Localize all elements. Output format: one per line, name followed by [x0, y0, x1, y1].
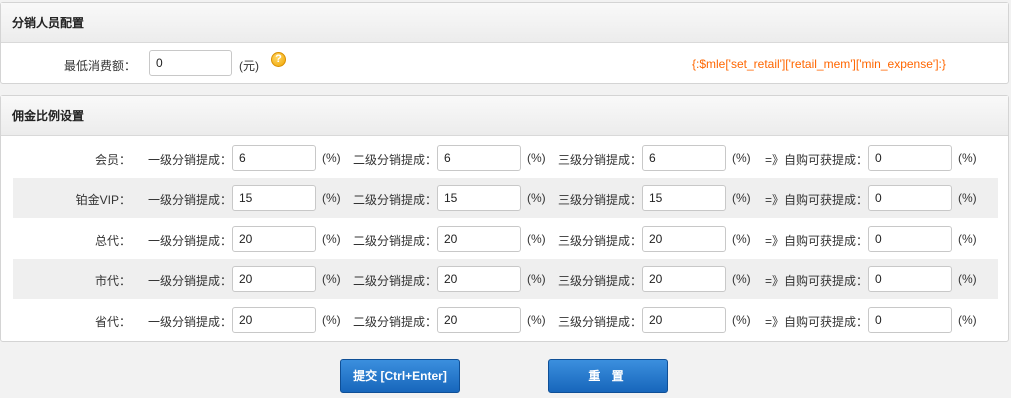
percent-unit: (%) [958, 232, 977, 246]
level3-commission-input[interactable] [642, 185, 726, 211]
help-icon[interactable]: ? [271, 52, 286, 67]
level1-commission-label: 一级分销提成： [148, 193, 233, 207]
commission-title: 佣金比例设置 [1, 96, 1008, 136]
commission-panel: 佣金比例设置 会员： 一级分销提成： (%) 二级分销提成： (%) 三级分销提成： (%)… [0, 95, 1009, 342]
min-expense-unit: (元) [239, 59, 259, 73]
self-commission-label: =》自购可获提成： [765, 153, 869, 167]
min-expense-input[interactable] [149, 50, 232, 76]
level3-commission-input[interactable] [642, 266, 726, 292]
level3-commission-input[interactable] [642, 307, 726, 333]
distributor-config-panel: 分销人员配置 最低消费额： (元) ? {:$mle['set_retail']… [0, 2, 1009, 84]
percent-unit: (%) [958, 272, 977, 286]
level1-commission-input[interactable] [232, 145, 316, 171]
member-level-label: 省代： [94, 315, 131, 329]
level2-commission-label: 二级分销提成： [353, 315, 438, 329]
level3-commission-label: 三级分销提成： [558, 193, 643, 207]
level3-commission-label: 三级分销提成： [558, 274, 643, 288]
percent-unit: (%) [958, 151, 977, 165]
percent-unit: (%) [527, 151, 546, 165]
percent-unit: (%) [527, 191, 546, 205]
template-variable-text: {:$mle['set_retail']['retail_mem']['min_… [692, 57, 946, 71]
level1-commission-label: 一级分销提成： [148, 234, 233, 248]
percent-unit: (%) [732, 272, 751, 286]
member-level-label: 市代： [94, 274, 131, 288]
self-commission-input[interactable] [868, 145, 952, 171]
level3-commission-label: 三级分销提成： [558, 153, 643, 167]
level1-commission-input[interactable] [232, 185, 316, 211]
percent-unit: (%) [527, 232, 546, 246]
member-level-label: 会员： [94, 153, 131, 167]
level1-commission-input[interactable] [232, 266, 316, 292]
submit-button[interactable]: 提交 [Ctrl+Enter] [340, 359, 460, 393]
level2-commission-label: 二级分销提成： [353, 153, 438, 167]
level1-commission-label: 一级分销提成： [148, 315, 233, 329]
commission-row: 总代： 一级分销提成： (%) 二级分销提成： (%) 三级分销提成： (%) =》自购可获提… [13, 219, 998, 259]
percent-unit: (%) [527, 272, 546, 286]
self-commission-label: =》自购可获提成： [765, 274, 869, 288]
level2-commission-input[interactable] [437, 185, 521, 211]
percent-unit: (%) [958, 313, 977, 327]
level2-commission-input[interactable] [437, 226, 521, 252]
percent-unit: (%) [322, 151, 341, 165]
level1-commission-label: 一级分销提成： [148, 153, 233, 167]
level3-commission-input[interactable] [642, 226, 726, 252]
commission-row: 市代： 一级分销提成： (%) 二级分销提成： (%) 三级分销提成： (%) =》自购可获提… [13, 259, 998, 299]
percent-unit: (%) [732, 313, 751, 327]
self-commission-input[interactable] [868, 185, 952, 211]
level2-commission-label: 二级分销提成： [353, 274, 438, 288]
min-expense-label: 最低消费额： [64, 59, 137, 73]
commission-row: 铂金VIP： 一级分销提成： (%) 二级分销提成： (%) 三级分销提成： (%) =》自购… [13, 178, 998, 218]
percent-unit: (%) [527, 313, 546, 327]
level2-commission-input[interactable] [437, 266, 521, 292]
commission-row: 会员： 一级分销提成： (%) 二级分销提成： (%) 三级分销提成： (%) =》自购可获提… [13, 138, 998, 178]
self-commission-input[interactable] [868, 226, 952, 252]
percent-unit: (%) [322, 191, 341, 205]
self-commission-input[interactable] [868, 307, 952, 333]
level1-commission-input[interactable] [232, 226, 316, 252]
reset-button[interactable]: 重 置 [548, 359, 668, 393]
percent-unit: (%) [732, 151, 751, 165]
level1-commission-input[interactable] [232, 307, 316, 333]
level3-commission-input[interactable] [642, 145, 726, 171]
member-level-label: 铂金VIP： [75, 193, 131, 207]
percent-unit: (%) [322, 232, 341, 246]
level2-commission-input[interactable] [437, 307, 521, 333]
commission-row: 省代： 一级分销提成： (%) 二级分销提成： (%) 三级分销提成： (%) =》自购可获提… [13, 300, 998, 340]
level2-commission-label: 二级分销提成： [353, 234, 438, 248]
level1-commission-label: 一级分销提成： [148, 274, 233, 288]
distributor-config-title: 分销人员配置 [1, 3, 1008, 43]
self-commission-input[interactable] [868, 266, 952, 292]
percent-unit: (%) [732, 232, 751, 246]
level2-commission-input[interactable] [437, 145, 521, 171]
percent-unit: (%) [322, 272, 341, 286]
self-commission-label: =》自购可获提成： [765, 193, 869, 207]
self-commission-label: =》自购可获提成： [765, 234, 869, 248]
self-commission-label: =》自购可获提成： [765, 315, 869, 329]
level3-commission-label: 三级分销提成： [558, 234, 643, 248]
member-level-label: 总代： [94, 234, 131, 248]
percent-unit: (%) [322, 313, 341, 327]
percent-unit: (%) [732, 191, 751, 205]
level2-commission-label: 二级分销提成： [353, 193, 438, 207]
percent-unit: (%) [958, 191, 977, 205]
level3-commission-label: 三级分销提成： [558, 315, 643, 329]
